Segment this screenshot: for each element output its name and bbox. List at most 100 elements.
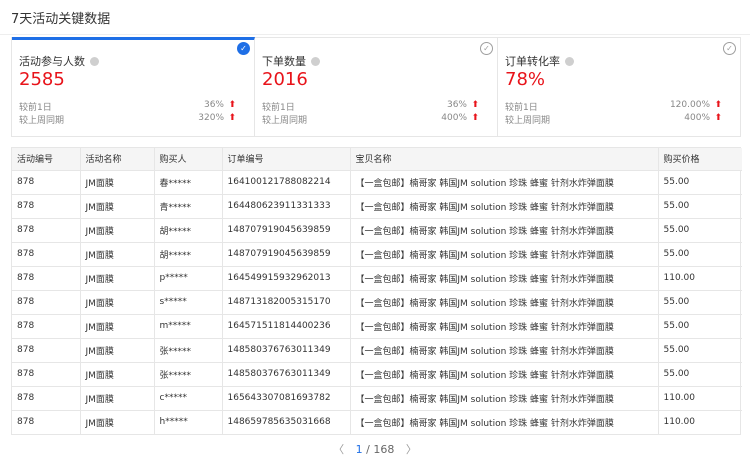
compare-label: 较前1日 [262, 103, 295, 113]
cell-activity-id: 878 [12, 242, 80, 267]
cell-buyer: h***** [153, 410, 222, 434]
cell-activity-name: JM面膜 [79, 170, 154, 195]
cell-order-id: 164480623911331333 [221, 194, 350, 219]
cell-price: 110.00 [657, 410, 742, 434]
cell-order-id: 164571511814400236 [221, 314, 350, 339]
column-header: 购买价格 [657, 148, 742, 171]
cell-price: 55.00 [657, 290, 742, 315]
cell-price: 55.00 [657, 242, 742, 267]
cell-buyer: 张***** [153, 362, 222, 387]
table-row[interactable]: 878 JM面膜 m***** 164571511814400236 【一盒包邮】楠哥家… [12, 314, 742, 339]
cell-activity-id: 878 [12, 362, 80, 387]
metric-value: 2016 [262, 69, 308, 90]
cell-price: 55.00 [657, 218, 742, 243]
metric-value: 2585 [19, 69, 65, 90]
pagination: 〈 1 / 168 〉 [0, 441, 750, 457]
cell-activity-name: JM面膜 [79, 218, 154, 243]
metric-card-participants[interactable]: 活动参与人数 2585 ✓ 较前1日 36% ⬆ 较上周同期 320% ⬆ [12, 37, 255, 136]
next-page-button[interactable]: 〉 [398, 443, 425, 456]
arrow-up-icon: ⬆ [471, 113, 479, 123]
cell-item-name: 【一盒包邮】楠哥家 韩国JM solution 珍珠 蜂蜜 针剂水炸弹面膜 [349, 266, 658, 291]
table-row[interactable]: 878 JM面膜 胡***** 148707919045639859 【一盒包邮】楠哥家… [12, 218, 742, 243]
table-row[interactable]: 878 JM面膜 胡***** 148707919045639859 【一盒包邮】楠哥家… [12, 242, 742, 267]
table-row[interactable]: 878 JM面膜 张***** 148580376763011349 【一盒包邮】楠哥家… [12, 362, 742, 387]
cell-activity-id: 878 [12, 314, 80, 339]
cell-activity-id: 878 [12, 194, 80, 219]
cell-activity-name: JM面膜 [79, 314, 154, 339]
cell-order-id: 148707919045639859 [221, 218, 350, 243]
cell-activity-name: JM面膜 [79, 194, 154, 219]
cell-item-name: 【一盒包邮】楠哥家 韩国JM solution 珍珠 蜂蜜 针剂水炸弹面膜 [349, 410, 658, 434]
compare-value: 400% [441, 113, 467, 123]
arrow-up-icon: ⬆ [228, 100, 236, 110]
table-row[interactable]: 878 JM面膜 青***** 164480623911331333 【一盒包邮】楠哥家… [12, 194, 742, 219]
info-icon[interactable] [311, 56, 320, 66]
cell-price: 110.00 [657, 266, 742, 291]
cell-buyer: c***** [153, 386, 222, 411]
cell-price: 55.00 [657, 362, 742, 387]
cell-buyer: 胡***** [153, 242, 222, 267]
cell-item-name: 【一盒包邮】楠哥家 韩国JM solution 珍珠 蜂蜜 针剂水炸弹面膜 [349, 218, 658, 243]
metric-card-orders[interactable]: 下单数量 2016 ✓ 较前1日 36% ⬆ 较上周同期 400% ⬆ [255, 38, 498, 136]
arrow-up-icon: ⬆ [714, 113, 722, 123]
prev-page-button[interactable]: 〈 [325, 443, 352, 456]
page-title: 7天活动关键数据 [11, 12, 111, 27]
cell-order-id: 148707919045639859 [221, 242, 350, 267]
compare-label: 较上周同期 [19, 116, 65, 126]
cell-order-id: 165643307081693782 [221, 386, 350, 411]
cell-buyer: 胡***** [153, 218, 222, 243]
metric-label: 活动参与人数 [19, 55, 85, 68]
compare-label: 较前1日 [505, 103, 538, 113]
cell-buyer: m***** [153, 314, 222, 339]
check-icon[interactable]: ✓ [237, 42, 250, 55]
table-row[interactable]: 878 JM面膜 h***** 148659785635031668 【一盒包邮】楠哥家… [12, 410, 742, 434]
cell-price: 55.00 [657, 170, 742, 195]
cell-item-name: 【一盒包邮】楠哥家 韩国JM solution 珍珠 蜂蜜 针剂水炸弹面膜 [349, 170, 658, 195]
arrow-up-icon: ⬆ [714, 100, 722, 110]
current-page: 1 [355, 443, 363, 456]
cell-activity-id: 878 [12, 386, 80, 411]
cell-item-name: 【一盒包邮】楠哥家 韩国JM solution 珍珠 蜂蜜 针剂水炸弹面膜 [349, 362, 658, 387]
cell-buyer: s***** [153, 290, 222, 315]
metric-card-conversion[interactable]: 订单转化率 78% ✓ 较前1日 120.00% ⬆ 较上周同期 400% ⬆ [498, 38, 740, 136]
info-icon[interactable] [90, 56, 99, 66]
cell-item-name: 【一盒包邮】楠哥家 韩国JM solution 珍珠 蜂蜜 针剂水炸弹面膜 [349, 242, 658, 267]
cell-item-name: 【一盒包邮】楠哥家 韩国JM solution 珍珠 蜂蜜 针剂水炸弹面膜 [349, 386, 658, 411]
cell-price: 55.00 [657, 314, 742, 339]
metric-label: 订单转化率 [505, 55, 560, 68]
column-header: 宝贝名称 [349, 148, 658, 171]
cell-buyer: 张***** [153, 338, 222, 363]
metric-cards: 活动参与人数 2585 ✓ 较前1日 36% ⬆ 较上周同期 320% ⬆ 下单… [11, 37, 741, 137]
cell-price: 55.00 [657, 338, 742, 363]
column-header: 活动名称 [79, 148, 154, 171]
cell-item-name: 【一盒包邮】楠哥家 韩国JM solution 珍珠 蜂蜜 针剂水炸弹面膜 [349, 338, 658, 363]
cell-order-id: 148659785635031668 [221, 410, 350, 434]
arrow-up-icon: ⬆ [228, 113, 236, 123]
cell-item-name: 【一盒包邮】楠哥家 韩国JM solution 珍珠 蜂蜜 针剂水炸弹面膜 [349, 194, 658, 219]
total-pages: 168 [373, 443, 395, 456]
compare-value: 36% [203, 100, 224, 110]
cell-activity-id: 878 [12, 218, 80, 243]
table-header-row: 活动编号 活动名称 购买人 订单编号 宝贝名称 购买价格 [12, 148, 742, 171]
metric-label: 下单数量 [262, 55, 306, 68]
cell-order-id: 164549915932962013 [221, 266, 350, 291]
table-row[interactable]: 878 JM面膜 张***** 148580376763011349 【一盒包邮】楠哥家… [12, 338, 742, 363]
table-row[interactable]: 878 JM面膜 c***** 165643307081693782 【一盒包邮】楠哥家… [12, 386, 742, 411]
cell-activity-name: JM面膜 [79, 266, 154, 291]
cell-buyer: p***** [153, 266, 222, 291]
table-row[interactable]: 878 JM面膜 p***** 164549915932962013 【一盒包邮】楠哥家… [12, 266, 742, 291]
check-icon[interactable]: ✓ [723, 42, 736, 55]
cell-activity-id: 878 [12, 266, 80, 291]
info-icon[interactable] [565, 56, 574, 66]
cell-activity-id: 878 [12, 170, 80, 195]
cell-activity-name: JM面膜 [79, 290, 154, 315]
cell-activity-name: JM面膜 [79, 242, 154, 267]
compare-value: 400% [684, 113, 710, 123]
title-divider [0, 34, 750, 35]
table-row[interactable]: 878 JM面膜 春***** 164100121788082214 【一盒包邮】楠哥家… [12, 170, 742, 195]
table-row[interactable]: 878 JM面膜 s***** 148713182005315170 【一盒包邮】楠哥家… [12, 290, 742, 315]
metric-value: 78% [505, 69, 546, 90]
cell-order-id: 164100121788082214 [221, 170, 350, 195]
check-icon[interactable]: ✓ [480, 42, 493, 55]
compare-value: 120.00% [669, 100, 710, 110]
